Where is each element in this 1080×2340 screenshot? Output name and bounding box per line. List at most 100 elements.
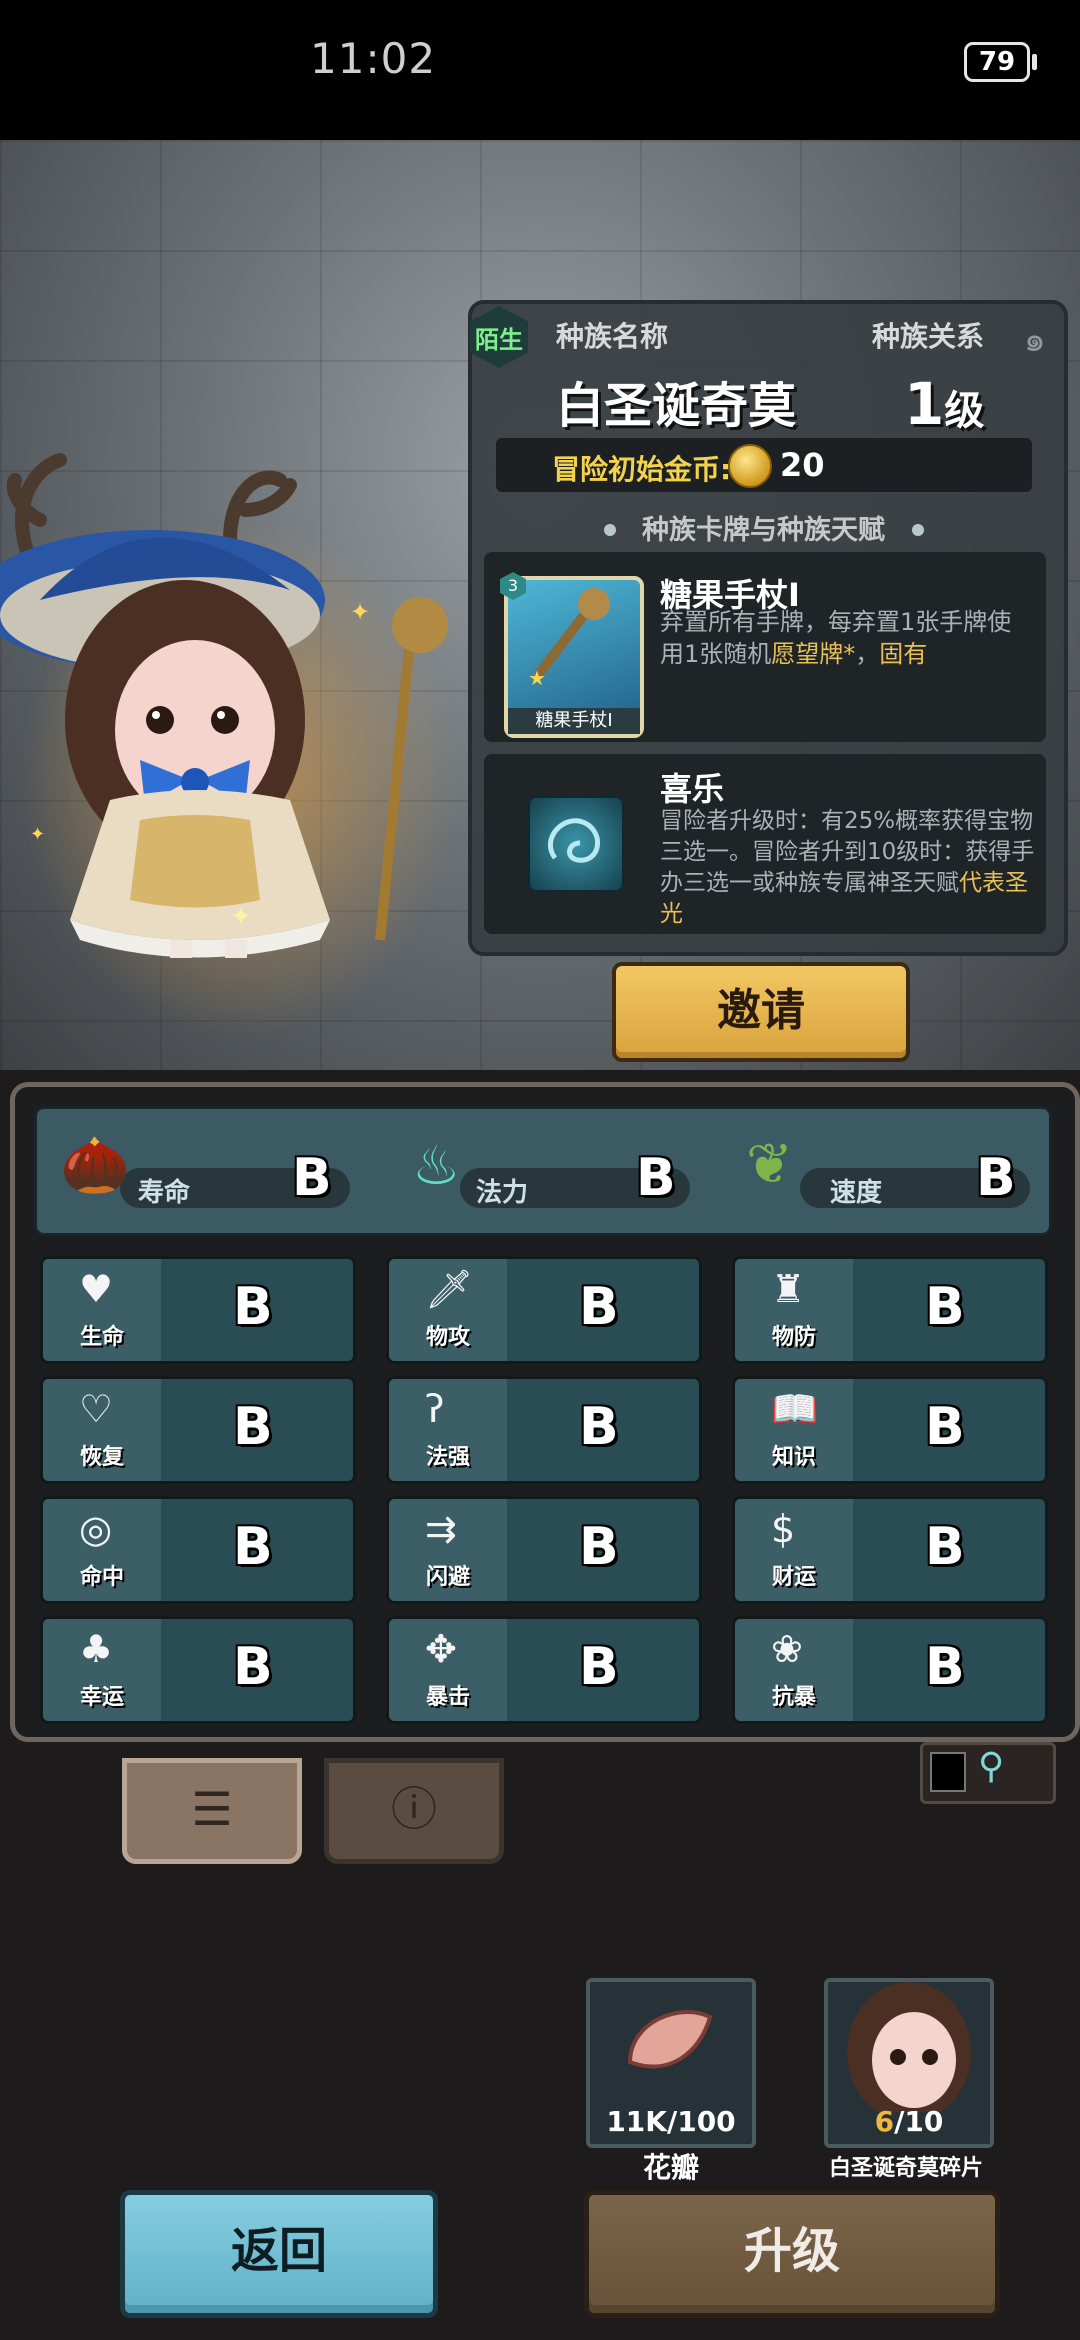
upgrade-button[interactable]: 升级 — [584, 2190, 1000, 2318]
stat-label: 生命 — [79, 1325, 124, 1350]
svg-text:✦: ✦ — [30, 824, 45, 845]
level-unit: 级 — [944, 388, 985, 434]
back-button[interactable]: 返回 — [120, 2190, 438, 2318]
stat-grade: B — [579, 1397, 619, 1457]
card-desc-sep: ， — [855, 640, 880, 668]
card-description: 弃置所有手牌，每弃置1张手牌使用1张随机愿望牌*，固有 — [660, 606, 1032, 670]
acorn-head-icon: 🌰 — [60, 1133, 130, 1198]
resource-count: 11K/100 — [606, 2105, 736, 2138]
stat-grade: B — [233, 1637, 273, 1697]
status-bar: 11:02 79 — [0, 0, 1080, 140]
book-icon: 📖 — [771, 1387, 819, 1431]
stat-label: 命中 — [79, 1565, 124, 1590]
list-icon: ☰ — [191, 1782, 233, 1836]
clover-icon: ♣ — [79, 1627, 114, 1671]
swirl-icon: ๑ — [1024, 320, 1046, 360]
stat-label: 知识 — [771, 1445, 816, 1470]
character-portrait: ✦ ✦ ✦ — [0, 453, 448, 958]
resource-name: 白圣诞奇莫碎片 — [828, 2156, 983, 2181]
stat-cell-fortune[interactable]: $ 财运 B — [732, 1496, 1048, 1604]
talent-description: 冒险者升级时：有25%概率获得宝物三选一。冒险者升到10级时：获得手办三选一或种… — [660, 806, 1036, 930]
stat-label: 物防 — [771, 1325, 816, 1350]
stat-label: 恢复 — [79, 1445, 124, 1470]
starting-coin-value: 20 — [780, 446, 825, 484]
stat-cell-magic-power[interactable]: ʔ 法强 B — [386, 1376, 702, 1484]
shield-flower-icon: ❀ — [771, 1627, 803, 1671]
winged-boot-icon: ❦ — [746, 1132, 793, 1197]
target-icon: ◎ — [79, 1507, 113, 1551]
section-title: 种族卡牌与种族天赋 — [642, 515, 885, 546]
stat-grade: B — [579, 1277, 619, 1337]
resource-fragment[interactable]: 6/10 — [824, 1978, 994, 2148]
innate-keyword[interactable]: 固有 — [879, 640, 927, 668]
resource-petal[interactable]: 11K/100 — [586, 1978, 756, 2148]
stat-grade: B — [925, 1397, 965, 1457]
stat-grade: B — [925, 1517, 965, 1577]
fragment-have: 6 — [874, 2105, 895, 2138]
stat-label: 闪避 — [425, 1565, 470, 1590]
joy-swirl-icon — [547, 818, 601, 863]
stat-cell-physical-defense[interactable]: ♜ 物防 B — [732, 1256, 1048, 1364]
stat-label: 法强 — [425, 1445, 470, 1470]
armor-icon: ♜ — [771, 1267, 806, 1311]
info-icon: ⓘ — [391, 1782, 437, 1836]
stat-label: 抗暴 — [771, 1685, 816, 1710]
battery-indicator: 79 — [964, 42, 1037, 82]
starting-coin-label: 冒险初始金币: — [552, 453, 732, 486]
resource-name: 花瓣 — [642, 2151, 699, 2184]
stat-grade: B — [925, 1277, 965, 1337]
section-dot-right — [912, 524, 924, 536]
heart-plus-icon: ♡ — [79, 1387, 114, 1431]
search-icon[interactable]: ⚲ — [978, 1746, 1004, 1787]
stat-grade: B — [579, 1517, 619, 1577]
tab-list[interactable]: ☰ — [122, 1758, 302, 1864]
candy-cane-icon: ★ — [528, 588, 610, 690]
staff-icon: ʔ — [425, 1387, 445, 1431]
wish-card-link[interactable]: 愿望牌* — [771, 640, 855, 668]
stat-label: 幸运 — [79, 1685, 124, 1710]
character-name: 白圣诞奇莫 — [556, 378, 797, 434]
stat-cell-life[interactable]: ♥ 生命 B — [40, 1256, 356, 1364]
fragment-total: /10 — [894, 2105, 944, 2138]
spirit-flame-icon: ♨ — [412, 1134, 461, 1197]
stat-cell-accuracy[interactable]: ◎ 命中 B — [40, 1496, 356, 1604]
svg-text:✦: ✦ — [350, 598, 370, 626]
petal-icon — [627, 2010, 713, 2069]
stat-grade: B — [925, 1637, 965, 1697]
clock: 11:02 — [310, 34, 437, 83]
stat-cell-dodge[interactable]: ⇉ 闪避 B — [386, 1496, 702, 1604]
lifespan-grade: B — [292, 1148, 332, 1208]
mana-label: 法力 — [476, 1178, 529, 1208]
level-number: 1 — [904, 370, 945, 438]
stat-label: 财运 — [771, 1565, 816, 1590]
stat-cell-physical-attack[interactable]: 🗡 物攻 B — [386, 1256, 702, 1364]
gold-coin-icon — [728, 444, 772, 488]
card-image[interactable]: 3 ★ 糖果手杖I — [500, 572, 644, 738]
tab-info[interactable]: ⓘ — [324, 1758, 504, 1864]
stat-cell-crit-resist[interactable]: ❀ 抗暴 B — [732, 1616, 1048, 1724]
heart-icon: ♥ — [79, 1267, 114, 1311]
lifespan-label: 寿命 — [138, 1178, 191, 1208]
mana-grade: B — [636, 1148, 676, 1208]
stat-cell-luck[interactable]: ♣ 幸运 B — [40, 1616, 356, 1724]
race-name-label: 种族名称 — [556, 320, 669, 353]
stat-grade: B — [579, 1637, 619, 1697]
stat-cell-knowledge[interactable]: 📖 知识 B — [732, 1376, 1048, 1484]
talent-image[interactable] — [528, 796, 624, 892]
stat-label: 暴击 — [425, 1685, 470, 1710]
stat-cell-recovery[interactable]: ♡ 恢复 B — [40, 1376, 356, 1484]
stat-grade: B — [233, 1277, 273, 1337]
svg-text:★: ★ — [528, 666, 546, 690]
speed-grade: B — [976, 1148, 1016, 1208]
character-level: 1级 — [904, 370, 984, 438]
stat-cell-critical[interactable]: ✥ 暴击 B — [386, 1616, 702, 1724]
money-bag-icon: $ — [771, 1507, 796, 1551]
race-relation-label[interactable]: 种族关系 — [872, 315, 984, 355]
sword-icon: 🗡 — [425, 1267, 474, 1311]
invite-button[interactable]: 邀请 — [612, 962, 910, 1062]
stat-label: 物攻 — [425, 1325, 470, 1350]
critical-icon: ✥ — [425, 1627, 457, 1671]
dodge-arrows-icon: ⇉ — [425, 1507, 457, 1551]
svg-text:✦: ✦ — [230, 902, 252, 932]
stat-grade: B — [233, 1517, 273, 1577]
